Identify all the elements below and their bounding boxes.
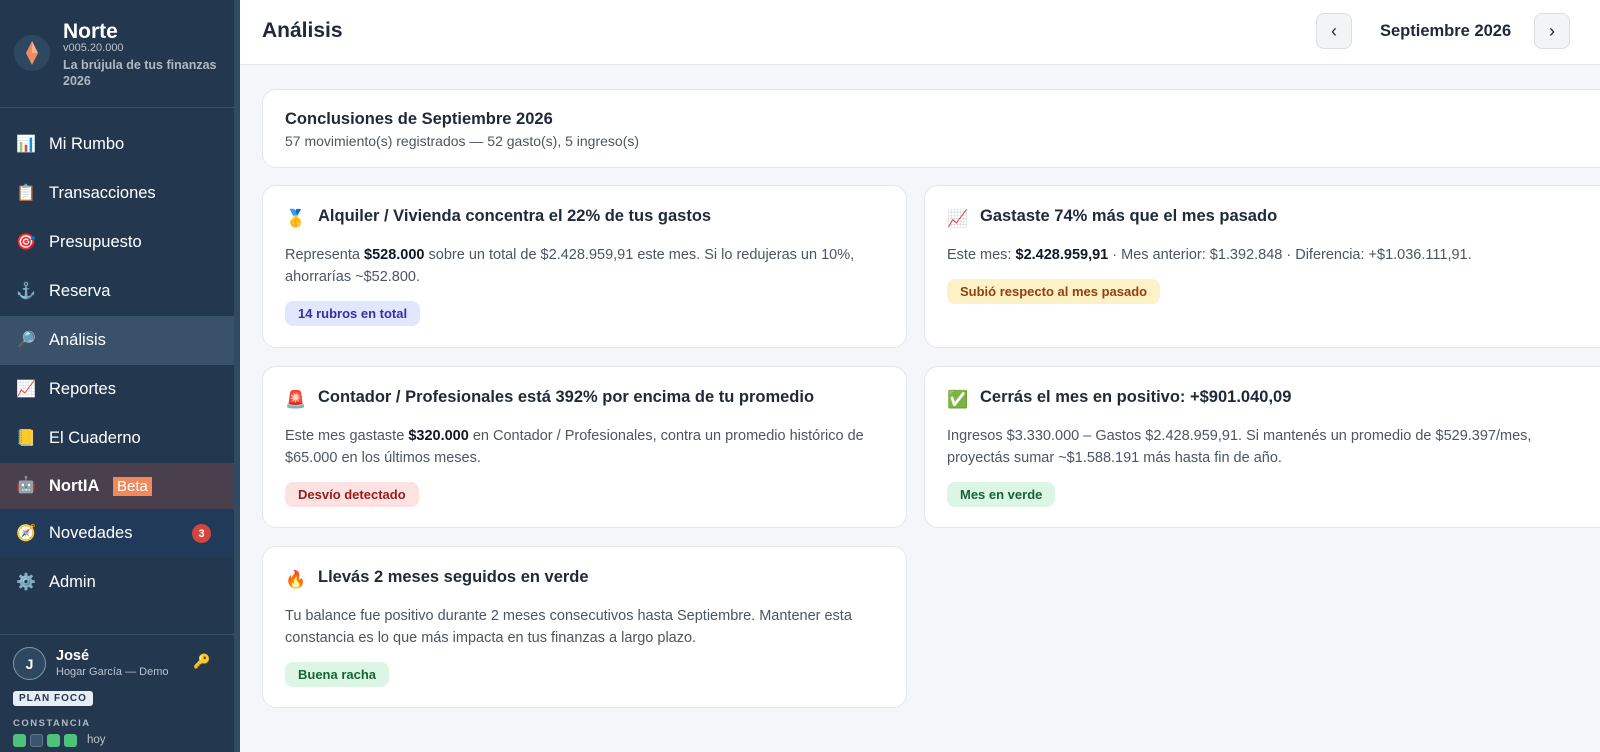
robot-icon: 🤖 [16,477,36,494]
insight-body: Este mes: $2.428.959,91 · Mes anterior: … [947,247,1472,263]
insight-tag: Desvío detectado [285,482,419,507]
user-household: Hogar García — Demo [56,666,169,678]
insight-tag: Subió respecto al mes pasado [947,279,1161,304]
insight-card-spent-more: 📈 Gastaste 74% más que el mes pasado Est… [924,185,1600,348]
brand: Norte v005.20.000 La brújula de tus fina… [0,0,234,108]
streak-day-filled [64,733,77,747]
sidebar-item-mi-rumbo[interactable]: 📊 Mi Rumbo [0,120,234,169]
insight-title: Contador / Profesionales está 392% por e… [318,388,815,406]
insight-title: Cerrás el mes en positivo: +$901.040,09 [980,388,1292,406]
streak-day-filled [47,733,60,747]
streak-day-filled [13,733,26,747]
chart-up-icon: 📈 [947,209,969,228]
insight-card-accountant: 🚨 Contador / Profesionales está 392% por… [262,366,907,528]
chart-icon: 📊 [16,135,36,153]
insight-card-positive: ✅ Cerrás el mes en positivo: +$901.040,0… [924,366,1600,528]
sidebar-item-label: El Cuaderno [49,429,141,447]
sidebar-item-presupuesto[interactable]: 🎯 Presupuesto [0,218,234,267]
insight-tag: Buena racha [285,662,390,687]
trend-up-icon: 📈 [16,380,36,398]
streak-day-empty [30,733,43,747]
check-icon: ✅ [947,390,969,409]
anchor-icon: ⚓ [16,282,36,300]
insight-tag: 14 rubros en total [285,301,421,326]
key-icon[interactable]: 🔑 [193,653,210,670]
insight-title: Gastaste 74% más que el mes pasado [980,207,1278,225]
sidebar-item-label: Análisis [49,331,106,349]
sidebar-item-novedades[interactable]: 🧭 Novedades 3 [0,509,234,558]
sidebar-item-admin[interactable]: ⚙️ Admin [0,558,234,607]
siren-icon: 🚨 [285,390,307,409]
gear-icon: ⚙️ [16,573,36,591]
sidebar-item-transacciones[interactable]: 📋 Transacciones [0,169,234,218]
constancia-label: CONSTANCIA [13,718,91,729]
page-title: Análisis [262,19,343,42]
summary-card: Conclusiones de Septiembre 2026 57 movim… [262,89,1600,168]
sidebar-item-reserva[interactable]: ⚓ Reserva [0,267,234,316]
insight-title: Alquiler / Vivienda concentra el 22% de … [318,207,712,225]
sidebar-item-label: Mi Rumbo [49,135,125,153]
notification-count-badge: 3 [192,524,211,543]
prev-month-button[interactable]: ‹ [1316,13,1352,49]
insight-body: Este mes gastaste $320.000 en Contador /… [285,428,864,466]
sidebar-item-nortia[interactable]: 🤖 NortIA Beta [0,463,234,509]
app-tagline: La brújula de tus finanzas 2026 [63,58,217,88]
medal-icon: 🥇 [285,209,307,228]
next-month-button[interactable]: › [1534,13,1570,49]
streak-today-label: hoy [87,734,106,746]
insight-body: Ingresos $3.330.000 – Gastos $2.428.959,… [947,428,1532,466]
app-version: v005.20.000 [63,42,124,54]
insight-title: Llevás 2 meses seguidos en verde [318,568,589,586]
sidebar-item-label: Reportes [49,380,116,398]
insight-card-streak: 🔥 Llevás 2 meses seguidos en verde Tu ba… [262,546,907,708]
sidebar-item-label: Reserva [49,282,111,300]
streak-tracker: hoy [13,733,106,747]
fire-icon: 🔥 [285,570,307,589]
insight-card-rent: 🥇 Alquiler / Vivienda concentra el 22% d… [262,185,907,348]
compass-icon: 🧭 [16,524,36,542]
avatar[interactable]: J [13,647,46,680]
user-panel: J José Hogar García — Demo 🔑 PLAN FOCO C… [0,634,234,752]
sidebar-item-label: Presupuesto [49,233,142,251]
sidebar-scrollbar[interactable] [234,0,240,752]
sidebar-item-reportes[interactable]: 📈 Reportes [0,365,234,414]
sidebar-item-label: NortIA [49,476,100,495]
target-icon: 🎯 [16,233,36,251]
compass-logo-icon [14,35,50,71]
notebook-icon: 📒 [16,429,36,447]
insight-body: Representa $528.000 sobre un total de $2… [285,247,855,285]
app-name: Norte [63,20,118,43]
magnifier-icon: 🔎 [16,331,36,349]
insight-body: Tu balance fue positivo durante 2 meses … [285,608,852,646]
sidebar-item-analisis[interactable]: 🔎 Análisis [0,316,234,365]
beta-badge: Beta [113,477,152,496]
page-header: Análisis ‹ Septiembre 2026 › [240,0,1600,65]
plan-badge: PLAN FOCO [13,691,93,706]
summary-title: Conclusiones de Septiembre 2026 [285,110,553,128]
current-month-label: Septiembre 2026 [1380,22,1512,40]
sidebar: Norte v005.20.000 La brújula de tus fina… [0,0,234,752]
user-name: José [56,648,90,664]
sidebar-item-label: Admin [49,573,96,591]
clipboard-icon: 📋 [16,184,36,202]
sidebar-item-label: Transacciones [49,184,156,202]
sidebar-item-label: Novedades [49,524,133,542]
insight-tag: Mes en verde [947,482,1056,507]
sidebar-item-el-cuaderno[interactable]: 📒 El Cuaderno [0,414,234,463]
summary-subtitle: 57 movimiento(s) registrados — 52 gasto(… [285,133,640,149]
